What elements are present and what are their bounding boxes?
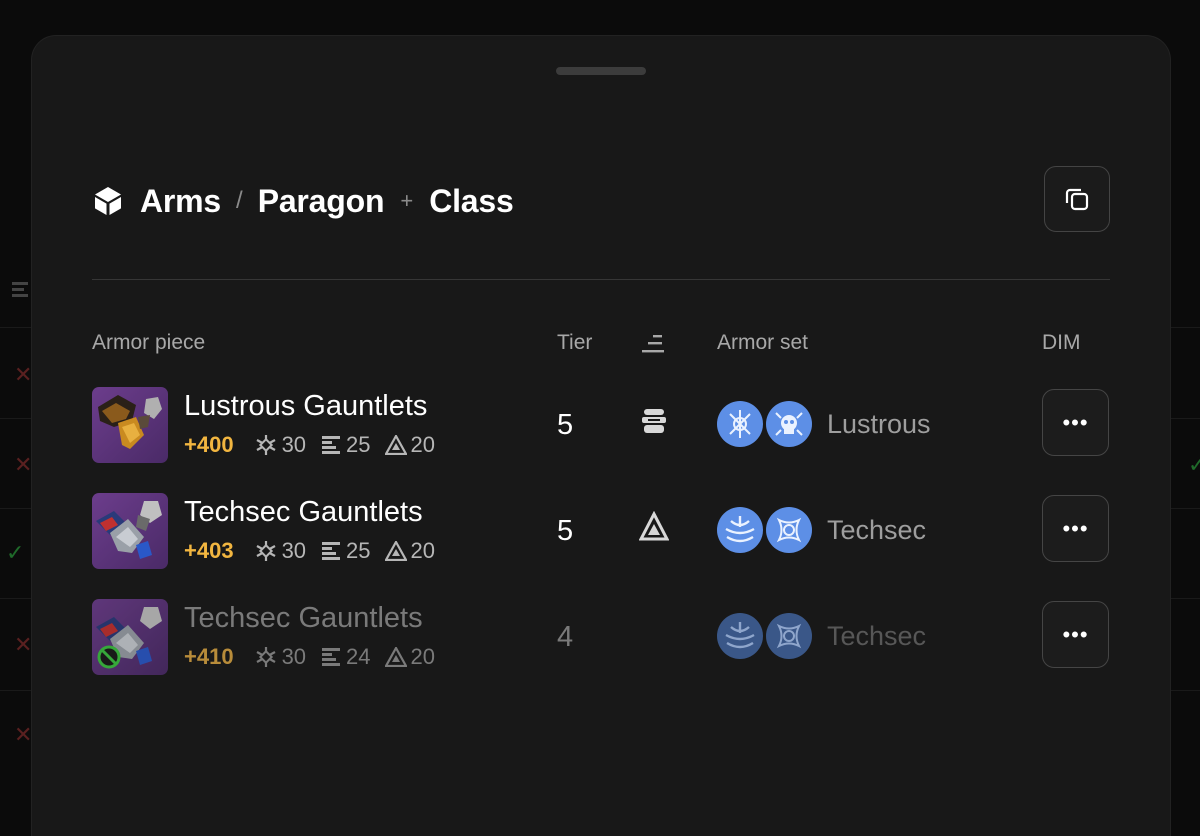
tier-value: 4 (557, 621, 574, 653)
stat-value: 30 (281, 432, 307, 457)
cube-logo-icon (95, 187, 121, 215)
class-icon (639, 511, 669, 541)
lustrous-gauntlets-icon[interactable] (92, 387, 168, 463)
sheet-header: Arms / Paragon + Class (92, 166, 1110, 236)
grenade-stat-icon (322, 436, 341, 454)
background-cross-icon: ✕ (14, 722, 33, 747)
background-check-icon: ✓ (1188, 452, 1200, 477)
column-header-tier: Tier (557, 331, 593, 354)
armor-row[interactable]: Lustrous Gauntlets +400 30 25 20 5 Lustr… (92, 385, 1110, 465)
armor-stats: +410 30 24 20 (184, 644, 449, 670)
stat-value: 30 (281, 538, 307, 563)
armor-name: Techsec Gauntlets (184, 496, 423, 528)
background-cross-icon: ✕ (14, 452, 33, 477)
stat-value: 20 (410, 538, 436, 563)
list-icon (12, 282, 28, 297)
grenade-stat-icon (322, 542, 341, 560)
power-bonus: +400 (184, 432, 234, 457)
copy-icon (1065, 188, 1089, 211)
background-cross-icon: ✕ (14, 632, 33, 657)
paragon-icon (642, 409, 666, 433)
breadcrumb-separator: / (236, 187, 243, 214)
dim-menu-button[interactable]: ••• (1042, 389, 1109, 456)
breadcrumb-paragon: Paragon (257, 182, 385, 219)
set-perk-icon[interactable] (717, 507, 763, 553)
techsec-gauntlets-icon[interactable] (92, 493, 168, 569)
armor-name: Techsec Gauntlets (184, 602, 423, 634)
class-stat-icon (384, 647, 407, 667)
dim-menu-button[interactable]: ••• (1042, 601, 1109, 668)
armor-row[interactable]: Techsec Gauntlets +403 30 25 20 5 Techse… (92, 491, 1110, 571)
tier-value: 5 (557, 409, 574, 441)
armor-detail-sheet: Arms / Paragon + Class Armor piece Tier … (32, 36, 1170, 836)
drag-handle[interactable] (556, 67, 646, 75)
background-cross-icon: ✕ (14, 362, 33, 387)
set-perk-icon[interactable] (766, 613, 812, 659)
armor-name: Lustrous Gauntlets (184, 390, 428, 422)
grenade-stat-icon (322, 648, 341, 666)
column-header-dim: DIM (1042, 331, 1081, 354)
breadcrumb-plus: + (400, 188, 414, 213)
stat-value: 24 (346, 644, 371, 669)
dim-menu-button[interactable]: ••• (1042, 495, 1109, 562)
archetype-column-icon (642, 335, 664, 353)
set-perk-icon[interactable] (717, 613, 763, 659)
power-bonus: +410 (184, 644, 234, 669)
tier-value: 5 (557, 515, 574, 547)
power-bonus: +403 (184, 538, 234, 563)
column-header-armor-set: Armor set (717, 331, 809, 354)
class-stat-icon (384, 541, 407, 561)
set-perk-icon[interactable] (766, 401, 812, 447)
stat-value: 20 (410, 644, 436, 669)
weapons-stat-icon (256, 647, 276, 667)
weapons-stat-icon (256, 435, 276, 455)
class-stat-icon (384, 435, 407, 455)
copy-button[interactable] (1044, 166, 1110, 232)
stat-value: 25 (346, 432, 371, 457)
set-perk-icon[interactable] (717, 401, 763, 447)
armor-stats: +400 30 25 20 (184, 432, 449, 458)
stat-value: 30 (281, 644, 307, 669)
header-divider (92, 279, 1110, 280)
stat-value: 25 (346, 538, 371, 563)
set-perk-icon[interactable] (766, 507, 812, 553)
breadcrumb-arms: Arms (140, 182, 222, 219)
weapons-stat-icon (256, 541, 276, 561)
armor-set-name: Techsec (827, 621, 927, 651)
techsec-gauntlets-icon[interactable] (92, 599, 168, 675)
armor-stats: +403 30 25 20 (184, 538, 449, 564)
background-check-icon: ✓ (6, 540, 25, 565)
breadcrumb-class: Class (429, 182, 514, 219)
stat-value: 20 (410, 432, 436, 457)
column-header-armor-piece: Armor piece (92, 331, 206, 354)
armor-row[interactable]: Techsec Gauntlets +410 30 24 20 4 Techse… (92, 597, 1110, 677)
armor-set-name: Techsec (827, 515, 927, 545)
armor-set-name: Lustrous (827, 409, 931, 439)
